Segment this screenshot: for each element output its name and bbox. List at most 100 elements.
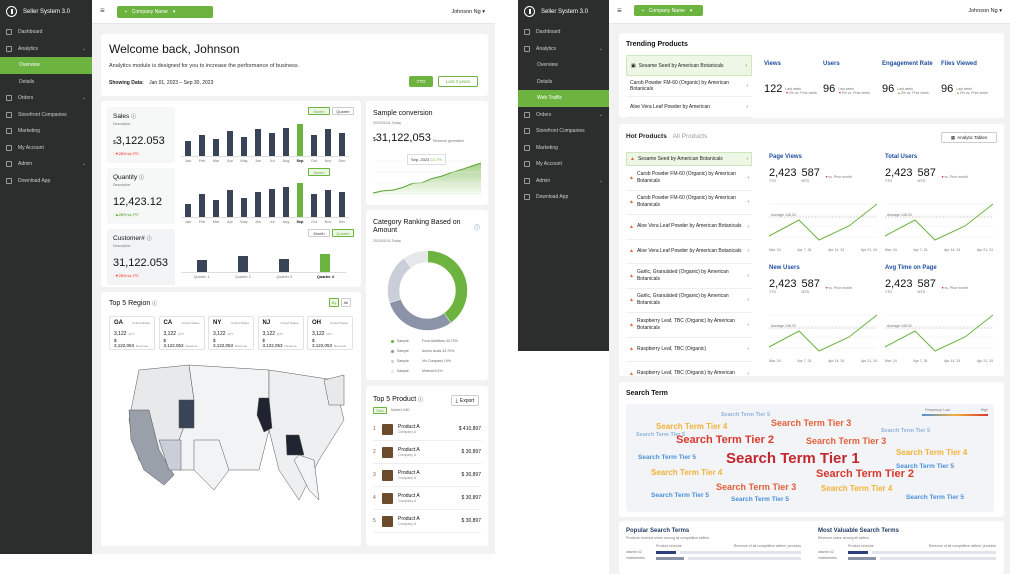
user-menu[interactable]: Johnson Ng ▾ [451, 9, 485, 15]
search-term[interactable]: Search Term Tier 4 [896, 448, 967, 457]
chart-bar[interactable] [339, 133, 345, 156]
search-term[interactable]: Search Term Tier 3 [806, 436, 886, 446]
chart-bar[interactable] [325, 129, 331, 156]
info-icon[interactable]: ⓘ [131, 114, 136, 120]
hot-title[interactable]: Hot Products [626, 133, 667, 140]
chart-bar[interactable] [185, 203, 191, 217]
chart-bar[interactable] [199, 135, 205, 156]
sidebar-item[interactable]: Download App [518, 189, 609, 206]
hot-product-item[interactable]: ▲ Garlic, Granulated (Organic) by America… [626, 289, 752, 313]
search-term[interactable]: Search Term Tier 5 [721, 412, 770, 418]
chart-bar[interactable] [311, 194, 317, 217]
sidebar-item[interactable]: Marketing [0, 123, 92, 140]
chart-bar[interactable] [196, 260, 207, 272]
sidebar-item[interactable]: Admin ⌄ [518, 173, 609, 190]
sidebar-item[interactable]: My Account [0, 140, 92, 157]
search-term[interactable]: Search Term Tier 1 [726, 450, 860, 467]
sidebar-item[interactable]: Admin ⌄ [0, 156, 92, 173]
trending-item[interactable]: Aloe Vera Leaf Powder by American › [626, 97, 752, 118]
menu-toggle-icon[interactable]: ≡ [100, 6, 105, 15]
chevron-down-icon[interactable]: ⌄ [599, 178, 603, 184]
info-icon[interactable]: ⓘ [474, 223, 480, 232]
top5-tab-market[interactable]: Market 3/60 [391, 408, 409, 412]
sidebar-item[interactable]: Details [518, 74, 609, 91]
search-term[interactable]: Search Term Tier 5 [906, 494, 964, 501]
product-row[interactable]: 4 Product A Company A $ 30,897 [373, 487, 481, 510]
chart-bar[interactable] [213, 138, 219, 156]
info-icon[interactable]: ⓘ [139, 175, 144, 181]
sidebar-item[interactable]: Orders ⌄ [0, 90, 92, 107]
chart-bar[interactable] [199, 194, 205, 217]
region-card[interactable]: CA United States 3,122 QTY $ 3,122,053 Revenu… [158, 316, 205, 350]
search-term[interactable]: Search Term Tier 4 [821, 484, 892, 493]
hot-product-item[interactable]: ▲ Aloe Vera Leaf Powder by American Botan… [626, 240, 752, 264]
chart-bar[interactable] [213, 199, 219, 217]
sidebar-item[interactable]: Analytics ⌄ [0, 41, 92, 58]
search-term[interactable]: Search Term Tier 4 [651, 468, 722, 477]
sidebar-item[interactable]: Orders ⌄ [518, 107, 609, 124]
chevron-down-icon[interactable]: ⌄ [82, 161, 86, 167]
chart-bar[interactable] [269, 133, 275, 156]
hot-product-item[interactable]: ▲ Sesame Seed by American Botanicals › [626, 152, 752, 166]
chart-bar[interactable] [311, 135, 317, 156]
product-row[interactable]: 1 Product A Company A $ 410,897 [373, 418, 481, 441]
region-card[interactable]: NJ United States 3,122 QTY $ 3,122,053 Revenu… [257, 316, 304, 350]
chart-bar[interactable] [227, 190, 233, 217]
sidebar-item[interactable]: Details [0, 74, 92, 91]
sidebar-item[interactable]: Download App [0, 173, 92, 190]
chart-bar[interactable] [320, 254, 331, 272]
hot-product-item[interactable]: ▲ Raspberry Leaf, TBC (Organic) › [626, 338, 752, 362]
region-card[interactable]: GA United States 3,122 QTY $ 3,122,053 Revenu… [109, 316, 155, 350]
chart-bar[interactable] [255, 129, 261, 156]
region-card[interactable]: OH United States 3,122 QTY $ 3,122,053 Revenu… [307, 316, 353, 350]
chart-bar[interactable] [279, 258, 290, 272]
analytic-tables-button[interactable]: ▦ Analytic Tables [941, 132, 997, 143]
search-term[interactable]: Search Term Tier 5 [638, 454, 696, 461]
sidebar-item[interactable]: Storefront Companies [518, 123, 609, 140]
chevron-down-icon[interactable]: ⌄ [599, 112, 603, 118]
chevron-down-icon[interactable]: ⌄ [599, 46, 603, 52]
chart-bar[interactable] [227, 131, 233, 156]
menu-toggle-icon[interactable]: ≡ [617, 6, 622, 15]
chart-bar[interactable] [255, 192, 261, 217]
info-icon[interactable]: ⓘ [147, 236, 152, 242]
sidebar-item[interactable]: Analytics ⌄ [518, 41, 609, 58]
chart-bar[interactable] [283, 186, 289, 217]
chart-bar[interactable] [185, 140, 191, 156]
chevron-down-icon[interactable]: ⌄ [82, 46, 86, 52]
chart-bar[interactable] [297, 123, 303, 156]
company-selector-button[interactable]: ▪ Company Name ▾ [634, 5, 703, 16]
last-3-years-button[interactable]: Last 3 years [438, 76, 478, 87]
period-tab[interactable]: Month [308, 107, 330, 115]
donut-slice[interactable] [387, 257, 412, 304]
sidebar-item[interactable]: Marketing [518, 140, 609, 157]
company-selector-button[interactable]: ▪ Company Name ▾ [117, 6, 213, 18]
hot-product-item[interactable]: ▲ Carob Powder FM-60 (Organic) by America… [626, 191, 752, 215]
product-row[interactable]: 5 Product A Company A $ 30,897 [373, 510, 481, 533]
info-icon[interactable]: ⓘ [152, 301, 157, 307]
search-term[interactable]: Search Term Tier 2 [676, 434, 774, 446]
sidebar-item[interactable]: My Account [518, 156, 609, 173]
sidebar-item[interactable]: Dashboard [0, 24, 92, 41]
chart-bar[interactable] [297, 182, 303, 217]
period-tab[interactable]: Quarter [332, 229, 354, 237]
sidebar-item[interactable]: Overview [0, 57, 92, 74]
trending-item[interactable]: ▣ Sesame Seed by American Botanicals › [626, 55, 752, 76]
product-row[interactable]: 3 Product A Company A $ 30,897 [373, 464, 481, 487]
sidebar-item[interactable]: Dashboard [518, 24, 609, 41]
search-term[interactable]: Search Term Tier 3 [716, 482, 796, 492]
region-tab-all[interactable]: All [341, 298, 351, 307]
search-term[interactable]: Search Term Tier 5 [896, 463, 954, 470]
region-tab-by[interactable]: By [329, 298, 339, 307]
hot-product-item[interactable]: ▲ Garlic, Granulated (Organic) by America… [626, 264, 752, 289]
trending-item[interactable]: Carob Powder FM-60 (Organic) by American… [626, 76, 752, 97]
user-menu[interactable]: Johnson Ng ▾ [968, 8, 1002, 14]
search-term[interactable]: Search Term Tier 5 [731, 496, 789, 503]
chart-bar[interactable] [241, 137, 247, 156]
period-tab[interactable]: Month [308, 168, 330, 176]
donut-slice[interactable] [427, 250, 468, 324]
product-row[interactable]: 2 Product A Company A $ 30,897 [373, 441, 481, 464]
period-tab[interactable]: Month [308, 229, 330, 237]
search-term[interactable]: Search Term Tier 4 [656, 422, 727, 431]
chart-bar[interactable] [283, 127, 289, 156]
